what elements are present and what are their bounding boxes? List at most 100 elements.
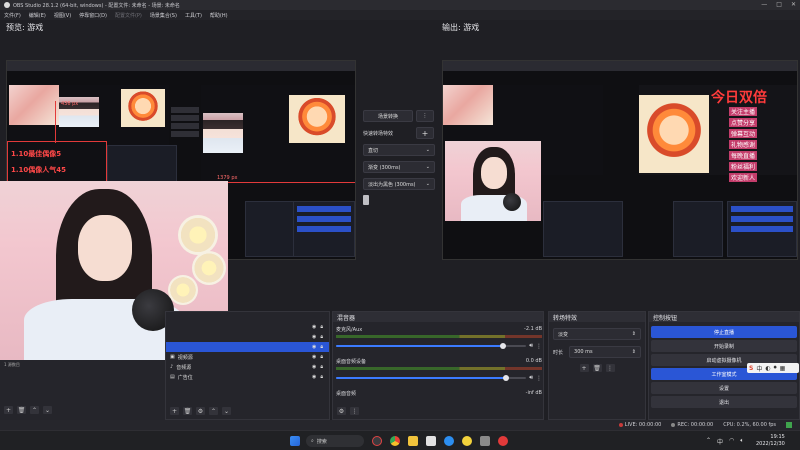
chevron-down-icon: ⌄: [425, 147, 430, 153]
add-scene-button[interactable]: +: [4, 406, 13, 414]
settings-button[interactable]: 设置: [651, 382, 797, 394]
live-indicator: LIVE: 00:00:00: [618, 422, 661, 428]
mixer-settings-button[interactable]: ⚙: [337, 407, 346, 415]
promo-line: 礼物感谢: [729, 140, 758, 149]
move-up-button[interactable]: ⌃: [209, 407, 218, 415]
clock-date: 2022/12/30: [756, 441, 785, 447]
mixer-channel: 桌面音频设备 0.0 dB 🔊︎ ⋮: [336, 358, 542, 382]
fade-black-select[interactable]: 淡出为黑色 (300ms) ⌄: [363, 178, 435, 190]
remove-scene-button[interactable]: 🗑︎: [17, 406, 26, 414]
speaker-icon[interactable]: 🔊︎: [529, 342, 533, 350]
lock-icon[interactable]: 🔒︎: [320, 344, 323, 350]
chrome-icon[interactable]: [390, 436, 400, 446]
netease-music-icon[interactable]: [498, 436, 508, 446]
menu-file[interactable]: 文件(F): [4, 12, 21, 19]
menu-tools[interactable]: 工具(T): [185, 12, 202, 19]
minimize-button[interactable]: —: [761, 1, 767, 8]
kebab-menu-icon[interactable]: ⋮: [536, 375, 542, 382]
chevron-updown-icon: ⇕: [631, 331, 636, 337]
ime-toolbar[interactable]: S 中 ◐ ⏺ ▦: [747, 363, 799, 373]
transition-menu-icon[interactable]: ⋮: [416, 110, 434, 122]
eye-icon[interactable]: ◉: [312, 334, 316, 340]
transition-panel: 场景转换 ⋮ 快速转场特效 + 直切 ⌄ 渐变 (300ms) ⌄ 淡出为黑色 (3…: [363, 110, 435, 205]
promo-list: 关注主播 点赞分享 弹幕互动 礼物感谢 每晚直播 粉丝福利 欢迎新人: [729, 107, 758, 182]
move-down-button[interactable]: ⌄: [222, 407, 231, 415]
add-transition-dock-button[interactable]: +: [579, 364, 589, 372]
app-icon[interactable]: [462, 436, 472, 446]
add-transition-button[interactable]: +: [416, 127, 434, 139]
start-recording-button[interactable]: 开始录制: [651, 340, 797, 352]
menu-view[interactable]: 视图(V): [54, 12, 71, 19]
channel-db: -inf dB: [525, 390, 542, 396]
scene-up-button[interactable]: ⌃: [30, 406, 39, 414]
transition-properties-button[interactable]: ⋮: [605, 364, 615, 372]
menu-help[interactable]: 帮助(H): [210, 12, 228, 19]
cut-select[interactable]: 直切 ⌄: [363, 144, 435, 156]
taskbar-search[interactable]: ⌕ 搜索: [306, 435, 364, 447]
add-source-button[interactable]: +: [170, 407, 179, 415]
preview-label: 预览: 游戏: [6, 23, 44, 32]
volume-knob[interactable]: [503, 375, 510, 381]
wifi-icon[interactable]: ◠: [729, 437, 734, 446]
taskbar-clock[interactable]: 19:15 2022/12/30: [756, 434, 785, 448]
store-icon[interactable]: [426, 436, 436, 446]
app-icon[interactable]: [480, 436, 490, 446]
maximize-button[interactable]: □: [776, 1, 782, 8]
close-button[interactable]: ✕: [791, 1, 796, 8]
duration-value: 300 ms: [574, 349, 593, 355]
eye-icon[interactable]: ◉: [312, 324, 316, 330]
source-item-selected[interactable]: ◉ 🔒︎: [166, 342, 329, 352]
remove-transition-button[interactable]: 🗑︎: [592, 364, 602, 372]
windows-start-icon[interactable]: [290, 436, 300, 446]
speaker-icon[interactable]: 🔊︎: [529, 374, 533, 382]
lock-icon[interactable]: 🔒︎: [320, 354, 323, 360]
remove-source-button[interactable]: 🗑︎: [183, 407, 192, 415]
exit-button[interactable]: 退出: [651, 396, 797, 408]
selection-box[interactable]: [7, 141, 107, 183]
menu-docks[interactable]: 停靠窗口(D): [79, 12, 107, 19]
chevron-down-icon: ⌄: [425, 164, 430, 170]
menu-edit[interactable]: 编辑(E): [29, 12, 46, 19]
volume-slider[interactable]: [336, 375, 527, 381]
lock-icon[interactable]: 🔒︎: [320, 374, 323, 380]
eye-icon[interactable]: ◉: [312, 344, 316, 350]
source-item[interactable]: ◉ 🔒︎: [166, 322, 329, 332]
promo-title: 今日双倍: [711, 90, 767, 106]
eye-icon[interactable]: ◉: [312, 364, 316, 370]
kebab-menu-icon[interactable]: ⋮: [536, 343, 542, 350]
tray-ime[interactable]: 中: [717, 437, 723, 446]
file-explorer-icon[interactable]: [408, 436, 418, 446]
lock-icon[interactable]: 🔒︎: [320, 364, 323, 370]
transitions-dock: 转场特效 淡变 ⇕ 时长 300 ms ⇕ + 🗑︎ ⋮: [548, 311, 646, 420]
stop-streaming-button[interactable]: 停止直播: [651, 326, 797, 338]
volume-knob[interactable]: [499, 343, 506, 349]
scene-down-button[interactable]: ⌄: [43, 406, 52, 414]
ime-mic-icon: ⏺: [773, 364, 777, 371]
transition-select[interactable]: 淡变 ⇕: [553, 328, 641, 340]
obs-taskbar-icon[interactable]: [372, 436, 382, 446]
lock-icon[interactable]: 🔒︎: [320, 334, 323, 340]
source-item[interactable]: ♪ 音频源 ◉ 🔒︎: [166, 362, 329, 372]
obs-logo-icon: [4, 2, 10, 8]
volume-slider[interactable]: [336, 343, 527, 349]
dimension-width: 436 px: [61, 101, 79, 107]
search-label: 搜索: [316, 438, 327, 445]
source-item[interactable]: ▤ 广告位 ◉ 🔒︎: [166, 372, 329, 382]
duration-input[interactable]: 300 ms ⇕: [569, 346, 641, 358]
eye-icon[interactable]: ◉: [312, 374, 316, 380]
t-bar-slider[interactable]: [363, 195, 369, 205]
source-item[interactable]: ▣ 视频源 ◉ 🔒︎: [166, 352, 329, 362]
lock-icon[interactable]: 🔒︎: [320, 324, 323, 330]
fade-select[interactable]: 渐变 (300ms) ⌄: [363, 161, 435, 173]
edge-icon[interactable]: [444, 436, 454, 446]
nested-menu-bar: [7, 61, 355, 71]
menu-scene-collection[interactable]: 场景集合(S): [150, 12, 177, 19]
eye-icon[interactable]: ◉: [312, 354, 316, 360]
scene-transition-button[interactable]: 场景转换: [363, 110, 413, 122]
source-item[interactable]: ◉ 🔒︎: [166, 332, 329, 342]
volume-icon[interactable]: 🔈︎: [740, 437, 744, 446]
chevron-up-icon[interactable]: ⌃: [706, 437, 711, 446]
source-settings-button[interactable]: ⚙: [196, 407, 205, 415]
menu-profile[interactable]: 配置文件(P): [115, 12, 142, 19]
mixer-menu-button[interactable]: ⋮: [350, 407, 359, 415]
